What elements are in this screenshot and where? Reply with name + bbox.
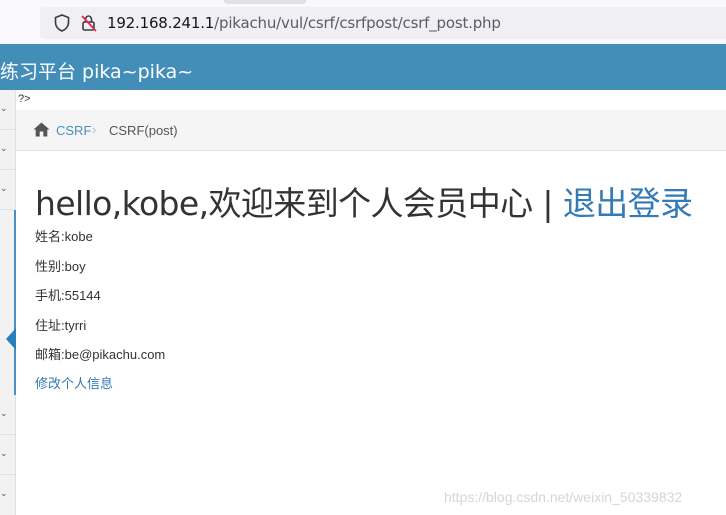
watermark: https://blog.csdn.net/weixin_50339832 xyxy=(444,489,683,505)
chevron-down-icon: ⌄ xyxy=(0,183,8,193)
info-gender: 性别:boy xyxy=(35,259,86,274)
site-header: 练习平台 pika~pika~ xyxy=(0,44,726,90)
lock-insecure-icon[interactable] xyxy=(80,14,98,32)
chevron-down-icon: ⌄ xyxy=(0,488,8,498)
info-phone: 手机:55144 xyxy=(35,288,101,303)
chevron-down-icon: ⌄ xyxy=(0,408,8,418)
breadcrumb: CSRF › CSRF(post) xyxy=(16,110,726,151)
greeting-text: hello,kobe,欢迎来到个人会员中心 xyxy=(35,184,533,223)
url-text[interactable]: 192.168.241.1/pikachu/vul/csrf/csrfpost/… xyxy=(107,14,501,32)
url-path: /pikachu/vul/csrf/csrfpost/csrf_post.php xyxy=(214,14,501,32)
logout-link[interactable]: 退出登录 xyxy=(563,184,693,223)
breadcrumb-current: CSRF(post) xyxy=(109,123,178,138)
chevron-down-icon: ⌄ xyxy=(0,448,8,458)
info-name: 姓名:kobe xyxy=(35,229,93,244)
site-title[interactable]: 练习平台 pika~pika~ xyxy=(0,57,193,84)
chevron-down-icon: ⌄ xyxy=(0,103,8,113)
shield-icon[interactable] xyxy=(54,14,70,32)
sidebar-item[interactable]: ⌄ xyxy=(0,90,15,130)
url-host: 192.168.241.1 xyxy=(107,14,215,32)
home-icon xyxy=(33,122,50,137)
breadcrumb-link-csrf[interactable]: CSRF xyxy=(56,123,91,138)
browser-toolbar: 192.168.241.1/pikachu/vul/csrf/csrfpost/… xyxy=(0,0,726,44)
page-title: hello,kobe,欢迎来到个人会员中心 | 退出登录 xyxy=(35,177,693,225)
info-email: 邮箱:be@pikachu.com xyxy=(35,347,166,362)
chevron-down-icon: ⌄ xyxy=(0,143,8,153)
edit-profile-link[interactable]: 修改个人信息 xyxy=(35,373,113,392)
browser-tab-edge[interactable] xyxy=(224,0,306,4)
sidebar-item[interactable]: ⌄ xyxy=(0,475,15,515)
title-separator: | xyxy=(542,184,553,223)
sidebar-item[interactable]: ⌄ xyxy=(0,130,15,170)
sidebar-active-arrow xyxy=(6,328,16,350)
sidebar-active-indicator xyxy=(14,210,16,395)
stray-php-tag: ?> xyxy=(18,93,31,105)
sidebar-item[interactable]: ⌄ xyxy=(0,435,15,475)
info-address: 住址:tyrri xyxy=(35,318,87,333)
sidebar-item[interactable]: ⌄ xyxy=(0,170,15,210)
sidebar-item[interactable]: ⌄ xyxy=(0,395,15,435)
chevron-right-icon: › xyxy=(92,122,97,137)
